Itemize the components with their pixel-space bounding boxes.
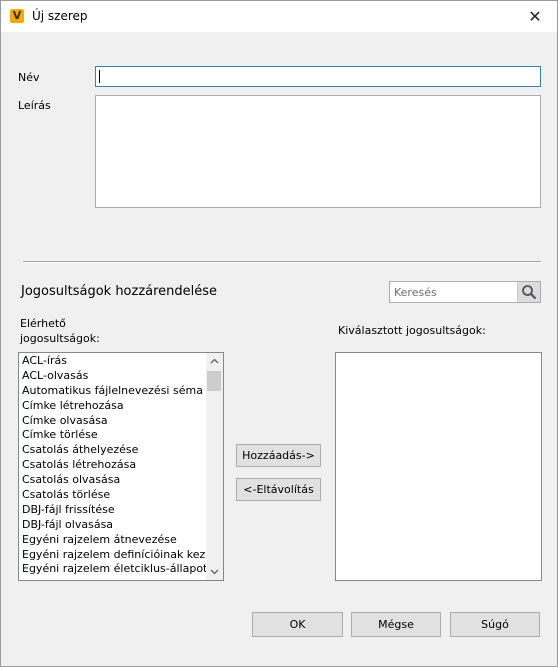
- scroll-down-button[interactable]: [206, 563, 223, 580]
- available-permissions-list[interactable]: ACL-írás ACL-olvasás Automatikus fájlelnev…: [18, 352, 224, 581]
- list-item[interactable]: DBJ-fájl frissítése: [19, 502, 207, 517]
- vault-app-icon: V: [10, 9, 24, 23]
- vertical-scrollbar[interactable]: [206, 353, 223, 580]
- text-caret: [99, 70, 100, 83]
- name-label: Név: [18, 71, 40, 84]
- scroll-up-button[interactable]: [206, 353, 223, 370]
- description-input[interactable]: [95, 95, 541, 208]
- divider: [23, 261, 541, 263]
- search-input[interactable]: Keresés: [389, 281, 541, 303]
- list-item[interactable]: Csatolás olvasása: [19, 472, 207, 487]
- available-label-line1: Elérhető: [20, 317, 66, 330]
- name-input[interactable]: [95, 66, 541, 87]
- list-item[interactable]: Egyéni rajzelem átnevezése: [19, 532, 207, 547]
- list-item[interactable]: Csatolás létrehozása: [19, 457, 207, 472]
- list-item[interactable]: Címke törlése: [19, 427, 207, 442]
- description-label: Leírás: [18, 99, 51, 112]
- chevron-down-icon: [210, 569, 219, 575]
- search-button[interactable]: [517, 282, 540, 302]
- scroll-thumb[interactable]: [207, 371, 221, 391]
- help-button[interactable]: Súgó: [450, 612, 540, 637]
- list-item[interactable]: DBJ-fájl olvasása: [19, 517, 207, 532]
- selected-permissions-list[interactable]: [335, 352, 542, 581]
- list-item[interactable]: Egyéni rajzelem életciklus-állapotának m…: [19, 561, 207, 576]
- list-item[interactable]: Csatolás törlése: [19, 487, 207, 502]
- list-item[interactable]: ACL-olvasás: [19, 368, 207, 383]
- list-item[interactable]: Címke létrehozása: [19, 398, 207, 413]
- section-title: Jogosultságok hozzárendelése: [21, 284, 218, 299]
- selected-label: Kiválasztott jogosultságok:: [338, 324, 486, 337]
- list-item[interactable]: Automatikus fájlelnevezési séma frissíté…: [19, 383, 207, 398]
- search-icon: [522, 285, 537, 300]
- list-item[interactable]: Csatolás áthelyezése: [19, 442, 207, 457]
- list-item[interactable]: Egyéni rajzelem definícióinak kezelése: [19, 547, 207, 562]
- window-title: Új szerep: [32, 9, 88, 23]
- list-item[interactable]: Címke olvasása: [19, 413, 207, 428]
- title-bar: V Új szerep ✕: [1, 1, 557, 32]
- chevron-up-icon: [210, 358, 219, 364]
- ok-button[interactable]: OK: [252, 612, 343, 637]
- available-items: ACL-írás ACL-olvasás Automatikus fájlelnev…: [19, 353, 207, 576]
- cancel-button[interactable]: Mégse: [351, 612, 441, 637]
- search-placeholder: Keresés: [394, 286, 437, 299]
- new-role-dialog: V Új szerep ✕ Név Leírás Jogosultságok h…: [0, 0, 558, 667]
- add-button[interactable]: Hozzáadás->: [236, 444, 321, 467]
- available-label-line2: jogosultságok:: [20, 332, 100, 345]
- list-item[interactable]: ACL-írás: [19, 353, 207, 368]
- close-button[interactable]: ✕: [513, 1, 557, 32]
- remove-button[interactable]: <-Eltávolítás: [236, 478, 321, 501]
